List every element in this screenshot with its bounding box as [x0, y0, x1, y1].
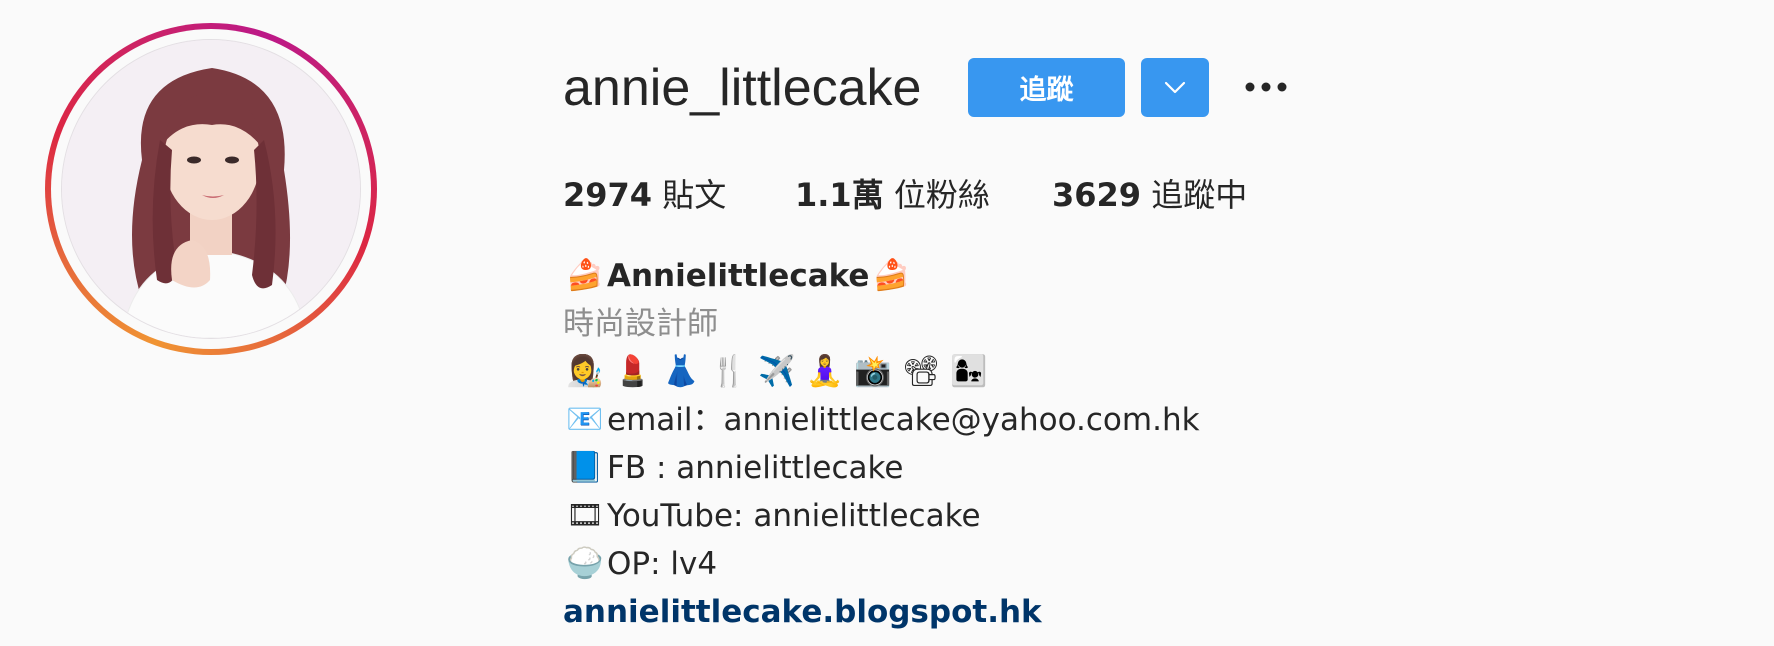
bio-op-line: 🍚 OP: lv4 [563, 540, 1200, 588]
profile-username: annie_littlecake [563, 59, 922, 117]
bio-display-name: Annielittlecake [607, 258, 870, 294]
posts-count: 2974 [563, 176, 653, 214]
profile-bio: 🍰 Annielittlecake 🍰 時尚設計師 👩‍🎨 💄 👗 🍴 ✈️ 🧘‍♀… [563, 252, 1200, 636]
lipstick-icon: 💄 [614, 354, 652, 389]
mother-child-icon: 👩‍👧 [950, 354, 988, 389]
followers-stat[interactable]: 1.1萬 位粉絲 [795, 170, 990, 220]
story-ring[interactable] [45, 23, 377, 355]
bio-email-text: email：annielittlecake@yahoo.com.hk [607, 402, 1200, 438]
followers-label: 位粉絲 [883, 176, 990, 214]
suggested-accounts-button[interactable] [1141, 58, 1209, 117]
profile-page: annie_littlecake 追蹤 2974 貼文 1.1萬 位粉絲 362… [0, 0, 1774, 646]
bio-fb-text: FB : annielittlecake [607, 450, 904, 486]
bio-emoji-line: 👩‍🎨 💄 👗 🍴 ✈️ 🧘‍♀️ 📸 📽 👩‍👧 [563, 348, 1200, 396]
bio-op-text: OP: lv4 [607, 546, 718, 582]
posts-stat: 2974 貼文 [563, 170, 726, 220]
film-projector-icon: 📽 [901, 354, 941, 389]
bio-name-line: 🍰 Annielittlecake 🍰 [563, 252, 1200, 300]
bio-youtube-line: 🎞 YouTube: annielittlecake [563, 492, 1200, 540]
artist-icon: 👩‍🎨 [566, 354, 604, 389]
follow-button[interactable]: 追蹤 [968, 58, 1125, 117]
bio-fb-line: 📘 FB : annielittlecake [563, 444, 1200, 492]
envelope-icon: 📧 [566, 402, 604, 437]
bio-email-line: 📧 email：annielittlecake@yahoo.com.hk [563, 396, 1200, 444]
cake-icon: 🍰 [872, 258, 911, 293]
more-horizontal-icon [1245, 82, 1287, 92]
film-frames-icon: 🎞 [565, 498, 605, 533]
dress-icon: 👗 [662, 354, 700, 389]
bio-category-line: 時尚設計師 [563, 300, 1200, 348]
cake-icon: 🍰 [566, 258, 604, 293]
yoga-icon: 🧘‍♀️ [806, 354, 844, 389]
airplane-icon: ✈️ [758, 354, 796, 389]
posts-label: 貼文 [652, 176, 727, 214]
avatar[interactable] [62, 40, 360, 338]
avatar-frame [51, 29, 371, 349]
following-label: 追蹤中 [1141, 176, 1248, 214]
chevron-down-icon [1164, 81, 1186, 93]
bio-website-line: annielittlecake.blogspot.hk [563, 588, 1200, 636]
bio-website-link[interactable]: annielittlecake.blogspot.hk [563, 588, 1042, 636]
rice-bowl-icon: 🍚 [566, 546, 604, 581]
bio-youtube-text: YouTube: annielittlecake [607, 498, 981, 534]
following-count: 3629 [1052, 176, 1142, 214]
more-options-button[interactable] [1240, 68, 1292, 106]
following-stat[interactable]: 3629 追蹤中 [1052, 170, 1247, 220]
blue-book-icon: 📘 [566, 450, 604, 485]
bio-category: 時尚設計師 [563, 306, 718, 342]
camera-flash-icon: 📸 [854, 354, 892, 389]
followers-count: 1.1萬 [795, 176, 884, 214]
fork-knife-icon: 🍴 [710, 354, 748, 389]
